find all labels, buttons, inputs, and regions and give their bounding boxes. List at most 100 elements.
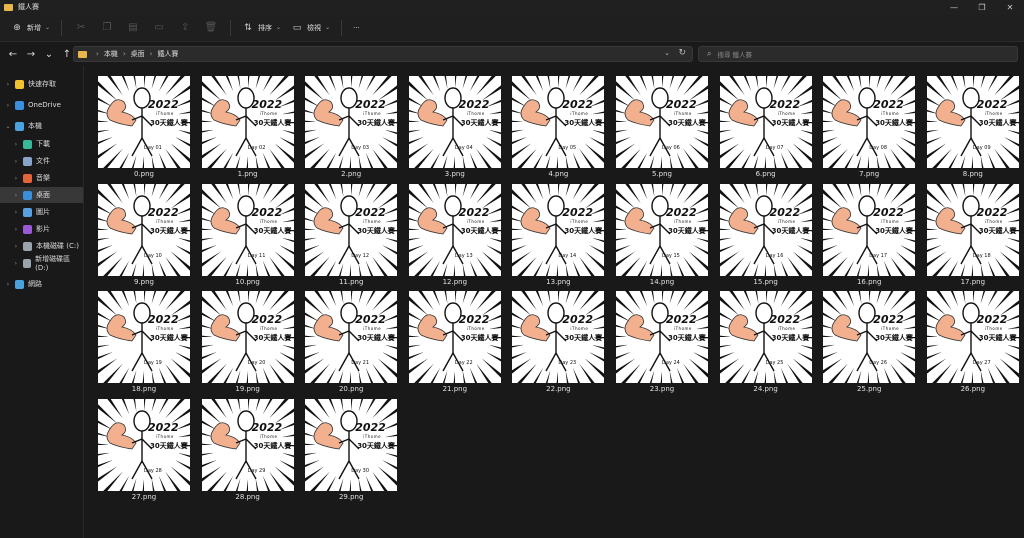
- file-name[interactable]: 12.png: [409, 278, 501, 286]
- file-thumbnail[interactable]: 2022 iThome 30天鐵人賽 Day 06: [616, 76, 708, 168]
- file-thumbnail[interactable]: 2022 iThome 30天鐵人賽 Day 08: [823, 76, 916, 168]
- file-item[interactable]: 2022 iThome 30天鐵人賽 Day 01 0.png: [98, 76, 190, 184]
- file-thumbnail[interactable]: 2022 iThome 30天鐵人賽 Day 21: [305, 291, 398, 383]
- file-name[interactable]: 5.png: [616, 170, 708, 178]
- address-history-dropdown[interactable]: ⌄: [664, 49, 670, 57]
- file-item[interactable]: 2022 iThome 30天鐵人賽 Day 03 2.png: [305, 76, 398, 184]
- view-button[interactable]: ▭ 檢視 ⌄: [286, 18, 335, 38]
- file-name[interactable]: 0.png: [98, 170, 190, 178]
- file-item[interactable]: 2022 iThome 30天鐵人賽 Day 07 6.png: [719, 76, 812, 184]
- file-thumbnail[interactable]: 2022 iThome 30天鐵人賽 Day 10: [98, 183, 190, 276]
- file-name[interactable]: 14.png: [616, 278, 708, 286]
- sidebar-item[interactable]: › 下載: [0, 136, 83, 152]
- file-item[interactable]: 2022 iThome 30天鐵人賽 Day 11 10.png: [201, 183, 294, 292]
- rename-button[interactable]: ▭: [146, 18, 172, 38]
- maximize-button[interactable]: ❐: [968, 0, 996, 14]
- file-name[interactable]: 29.png: [305, 493, 397, 501]
- back-button[interactable]: ←: [4, 45, 22, 63]
- chevron-right-icon[interactable]: ›: [12, 175, 20, 182]
- sidebar-item[interactable]: › OneDrive: [0, 97, 83, 113]
- sidebar-item[interactable]: › 本機磁碟 (C:): [0, 238, 83, 254]
- file-thumbnail[interactable]: 2022 iThome 30天鐵人賽 Day 15: [616, 183, 708, 276]
- sort-button[interactable]: ⇅ 排序 ⌄: [237, 18, 286, 38]
- cut-button[interactable]: ✂: [68, 18, 94, 38]
- sidebar-item[interactable]: › 音樂: [0, 170, 83, 186]
- sidebar-item[interactable]: › 快速存取: [0, 76, 83, 92]
- file-item[interactable]: 2022 iThome 30天鐵人賽 Day 08 7.png: [823, 76, 916, 184]
- file-name[interactable]: 4.png: [512, 170, 604, 178]
- file-name[interactable]: 2.png: [305, 170, 397, 178]
- sidebar-item[interactable]: › 影片: [0, 221, 83, 237]
- recent-button[interactable]: ⌄: [40, 45, 58, 63]
- file-item[interactable]: 2022 iThome 30天鐵人賽 Day 28 27.png: [98, 398, 190, 507]
- close-button[interactable]: ✕: [996, 0, 1024, 14]
- sidebar-item[interactable]: › 桌面: [0, 187, 83, 203]
- file-name[interactable]: 10.png: [202, 278, 294, 286]
- file-item[interactable]: 2022 iThome 30天鐵人賽 Day 18 17.png: [926, 183, 1019, 292]
- file-name[interactable]: 26.png: [927, 385, 1019, 393]
- chevron-right-icon[interactable]: ›: [12, 141, 20, 148]
- file-item[interactable]: 2022 iThome 30天鐵人賽 Day 17 16.png: [823, 183, 916, 292]
- share-button[interactable]: ⇪: [172, 18, 198, 38]
- file-thumbnail[interactable]: 2022 iThome 30天鐵人賽 Day 14: [512, 183, 605, 276]
- file-thumbnail[interactable]: 2022 iThome 30天鐵人賽 Day 20: [201, 291, 294, 383]
- sidebar-item[interactable]: ⌄ 本機: [0, 118, 83, 134]
- file-thumbnail[interactable]: 2022 iThome 30天鐵人賽 Day 04: [408, 76, 501, 168]
- file-thumbnail[interactable]: 2022 iThome 30天鐵人賽 Day 28: [98, 398, 190, 491]
- chevron-right-icon[interactable]: ›: [4, 281, 12, 288]
- refresh-icon[interactable]: ↻: [678, 48, 686, 58]
- file-item[interactable]: 2022 iThome 30天鐵人賽 Day 27 26.png: [926, 291, 1019, 399]
- forward-button[interactable]: →: [22, 45, 40, 63]
- file-item[interactable]: 2022 iThome 30天鐵人賽 Day 20 19.png: [201, 291, 294, 399]
- breadcrumb-computer[interactable]: 本機: [104, 49, 118, 59]
- delete-button[interactable]: 🗑: [198, 18, 224, 38]
- file-item[interactable]: 2022 iThome 30天鐵人賽 Day 12 11.png: [305, 183, 398, 292]
- file-thumbnail[interactable]: 2022 iThome 30天鐵人賽 Day 29: [201, 398, 294, 491]
- address-bar[interactable]: › 本機 › 桌面 › 鐵人賽 ⌄ ↻: [73, 46, 693, 62]
- sidebar-item[interactable]: › 文件: [0, 153, 83, 169]
- file-thumbnail[interactable]: 2022 iThome 30天鐵人賽 Day 18: [926, 183, 1019, 276]
- file-item[interactable]: 2022 iThome 30天鐵人賽 Day 02 1.png: [201, 76, 294, 184]
- new-button[interactable]: ⊕ 新增 ⌄: [6, 18, 55, 38]
- file-name[interactable]: 17.png: [927, 278, 1019, 286]
- file-name[interactable]: 21.png: [409, 385, 501, 393]
- file-item[interactable]: 2022 iThome 30天鐵人賽 Day 09 8.png: [926, 76, 1019, 184]
- file-name[interactable]: 7.png: [823, 170, 915, 178]
- breadcrumb-desktop[interactable]: 桌面: [131, 49, 145, 59]
- file-item[interactable]: 2022 iThome 30天鐵人賽 Day 26 25.png: [823, 291, 916, 399]
- file-thumbnail[interactable]: 2022 iThome 30天鐵人賽 Day 17: [823, 183, 916, 276]
- file-name[interactable]: 18.png: [98, 385, 190, 393]
- file-thumbnail[interactable]: 2022 iThome 30天鐵人賽 Day 07: [719, 76, 812, 168]
- file-name[interactable]: 9.png: [98, 278, 190, 286]
- file-name[interactable]: 28.png: [202, 493, 294, 501]
- chevron-right-icon[interactable]: ›: [12, 192, 20, 199]
- file-thumbnail[interactable]: 2022 iThome 30天鐵人賽 Day 01: [98, 76, 190, 168]
- file-item[interactable]: 2022 iThome 30天鐵人賽 Day 19 18.png: [98, 291, 190, 399]
- file-name[interactable]: 8.png: [927, 170, 1019, 178]
- file-thumbnail[interactable]: 2022 iThome 30天鐵人賽 Day 25: [719, 291, 812, 383]
- chevron-right-icon[interactable]: ›: [4, 81, 12, 88]
- breadcrumb-folder[interactable]: 鐵人賽: [157, 49, 178, 59]
- file-thumbnail[interactable]: 2022 iThome 30天鐵人賽 Day 03: [305, 76, 398, 168]
- file-item[interactable]: 2022 iThome 30天鐵人賽 Day 30 29.png: [305, 398, 398, 507]
- chevron-right-icon[interactable]: ›: [12, 243, 20, 250]
- file-item[interactable]: 2022 iThome 30天鐵人賽 Day 25 24.png: [719, 291, 812, 399]
- file-item[interactable]: 2022 iThome 30天鐵人賽 Day 15 14.png: [616, 183, 708, 292]
- file-item[interactable]: 2022 iThome 30天鐵人賽 Day 16 15.png: [719, 183, 812, 292]
- file-item[interactable]: 2022 iThome 30天鐵人賽 Day 10 9.png: [98, 183, 190, 292]
- file-item[interactable]: 2022 iThome 30天鐵人賽 Day 13 12.png: [408, 183, 501, 292]
- chevron-down-icon[interactable]: ⌄: [4, 123, 12, 130]
- file-name[interactable]: 25.png: [823, 385, 915, 393]
- sidebar-item[interactable]: › 圖片: [0, 204, 83, 220]
- search-box[interactable]: ⌕ 搜尋 鐵人賽: [698, 46, 1018, 62]
- file-name[interactable]: 24.png: [720, 385, 812, 393]
- sidebar-item[interactable]: › 新增磁碟區 (D:): [0, 255, 83, 272]
- file-thumbnail[interactable]: 2022 iThome 30天鐵人賽 Day 13: [408, 183, 501, 276]
- paste-button[interactable]: ▤: [120, 18, 146, 38]
- file-item[interactable]: 2022 iThome 30天鐵人賽 Day 05 4.png: [512, 76, 605, 184]
- file-thumbnail[interactable]: 2022 iThome 30天鐵人賽 Day 30: [305, 398, 398, 491]
- copy-button[interactable]: ❐: [94, 18, 120, 38]
- file-name[interactable]: 3.png: [409, 170, 501, 178]
- file-name[interactable]: 11.png: [305, 278, 397, 286]
- file-item[interactable]: 2022 iThome 30天鐵人賽 Day 04 3.png: [408, 76, 501, 184]
